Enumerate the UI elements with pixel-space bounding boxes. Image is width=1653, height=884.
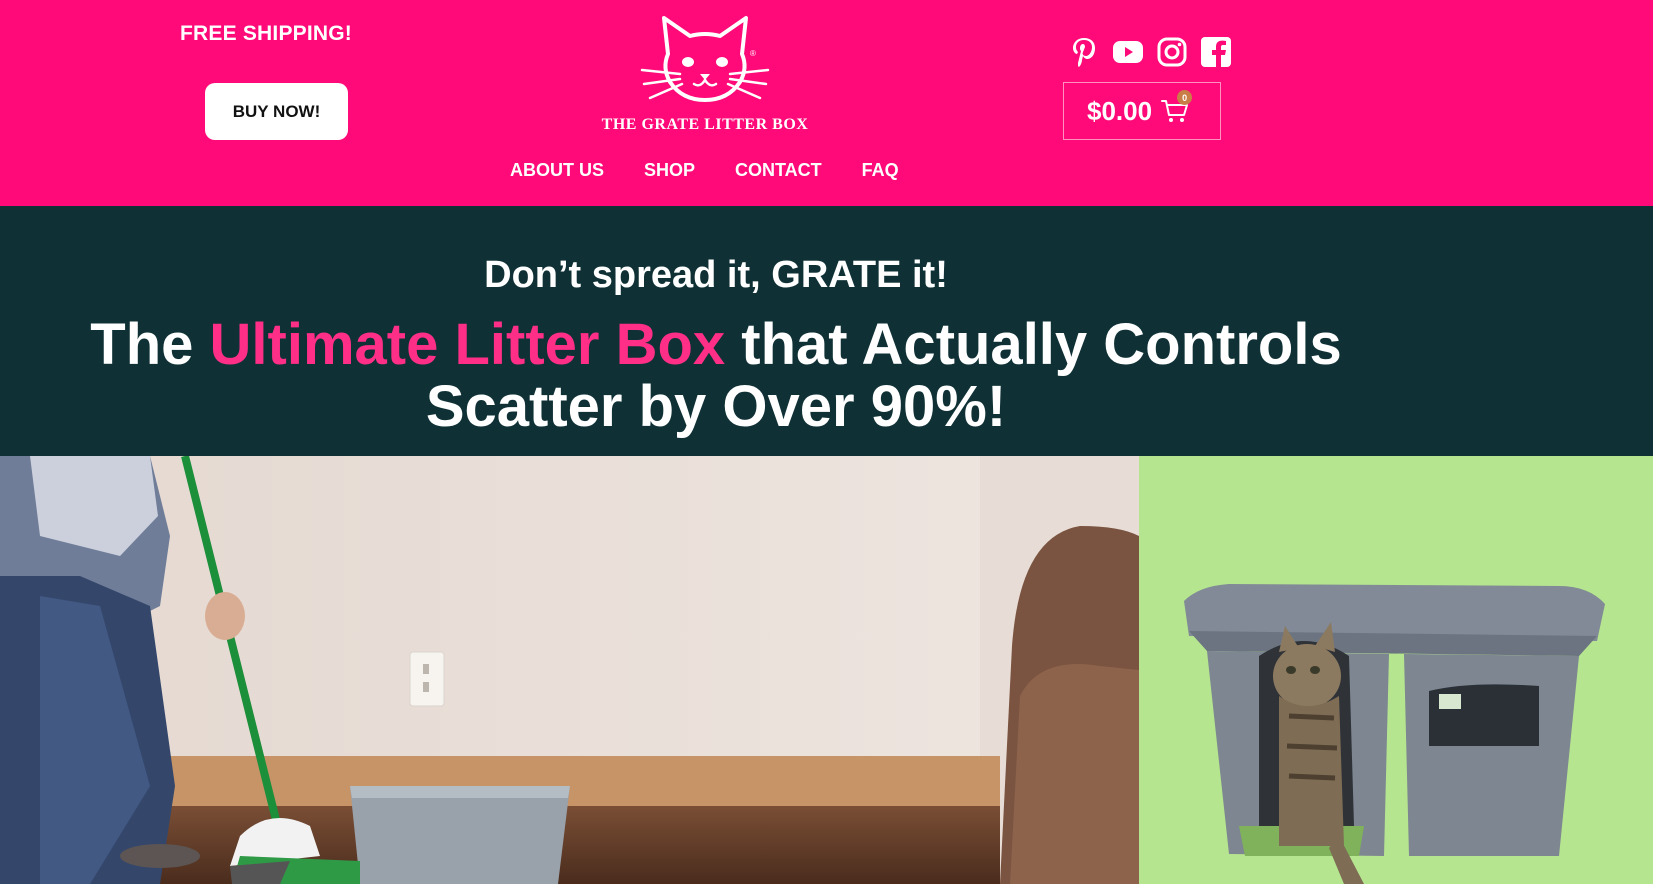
site-logo[interactable]: ® THE GRATE LITTER BOX — [590, 12, 820, 142]
hero-headline: The Ultimate Litter Box that Actually Co… — [0, 314, 1432, 438]
free-shipping-banner: FREE SHIPPING! — [180, 22, 352, 45]
headline-before: The — [90, 312, 210, 377]
pinterest-icon[interactable] — [1068, 36, 1100, 68]
nav-shop[interactable]: SHOP — [644, 160, 695, 184]
cat-logo-icon: ® — [640, 16, 770, 102]
nav-faq[interactable]: FAQ — [862, 160, 899, 184]
headline-line1-after: that Actually Controls — [725, 312, 1342, 377]
cart-total: $0.00 — [1087, 95, 1153, 126]
social-links — [1068, 36, 1232, 68]
headline-highlight: Ultimate Litter Box — [209, 312, 726, 377]
shopping-cart-icon: 0 — [1160, 90, 1193, 126]
headline-line2: Scatter by Over 90%! — [425, 374, 1007, 439]
cart-button[interactable]: $0.00 0 — [1063, 82, 1221, 140]
hero-media — [0, 456, 1653, 884]
buy-now-button[interactable]: BUY NOW! — [205, 83, 348, 140]
youtube-icon[interactable] — [1112, 36, 1144, 68]
hero-tagline: Don’t spread it, GRATE it! — [484, 254, 948, 296]
sweeping-scene-image — [0, 456, 1139, 884]
main-nav: ABOUT US SHOP CONTACT FAQ — [510, 160, 939, 184]
facebook-icon[interactable] — [1200, 36, 1232, 68]
litter-box-product-image — [1139, 456, 1653, 884]
nav-contact[interactable]: CONTACT — [735, 160, 822, 184]
registered-mark: ® — [750, 49, 756, 58]
nav-about-us[interactable]: ABOUT US — [510, 160, 604, 184]
site-header: FREE SHIPPING! BUY NOW! ® THE GRATE LITT… — [0, 0, 1653, 206]
logo-text: THE GRATE LITTER BOX — [601, 116, 809, 133]
cart-count-badge: 0 — [1177, 90, 1193, 105]
instagram-icon[interactable] — [1156, 36, 1188, 68]
hero-banner: Don’t spread it, GRATE it! The Ultimate … — [0, 206, 1653, 456]
